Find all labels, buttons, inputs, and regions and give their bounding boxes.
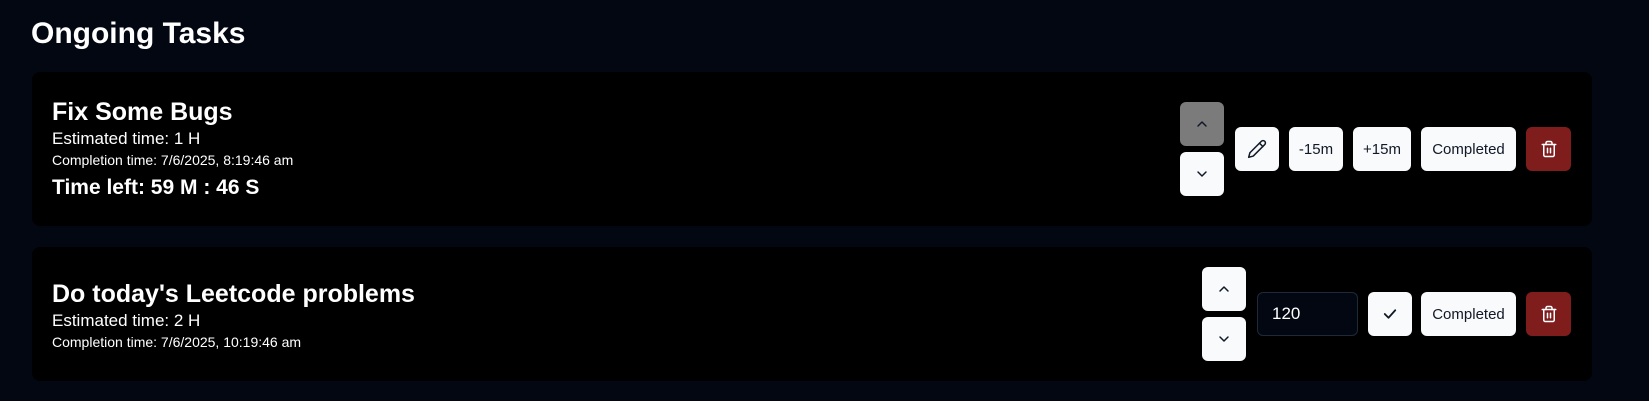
task-info: Fix Some Bugs Estimated time: 1 H Comple… — [52, 96, 293, 203]
check-icon — [1381, 305, 1399, 323]
task-card: Do today's Leetcode problems Estimated t… — [32, 247, 1592, 381]
confirm-edit-button[interactable] — [1368, 292, 1412, 336]
delete-button[interactable] — [1526, 292, 1571, 336]
task-info: Do today's Leetcode problems Estimated t… — [52, 278, 415, 352]
page-title: Ongoing Tasks — [31, 17, 246, 50]
chevron-down-icon — [1194, 166, 1210, 182]
move-up-button[interactable] — [1202, 267, 1246, 311]
completed-button[interactable]: Completed — [1421, 127, 1516, 171]
task-time-left: Time left: 59 M : 46 S — [52, 176, 260, 199]
pencil-icon — [1247, 139, 1267, 159]
task-card: Fix Some Bugs Estimated time: 1 H Comple… — [32, 72, 1592, 226]
add-15m-button[interactable]: +15m — [1353, 127, 1411, 171]
estimated-hours-input[interactable] — [1257, 292, 1358, 336]
chevron-up-icon — [1216, 281, 1232, 297]
move-down-button[interactable] — [1180, 152, 1224, 196]
move-up-button[interactable] — [1180, 102, 1224, 146]
edit-button[interactable] — [1235, 127, 1279, 171]
task-completion-time: Completion time: 7/6/2025, 8:19:46 am — [52, 152, 294, 168]
trash-icon — [1540, 140, 1558, 158]
task-estimated-time: Estimated time: 2 H — [52, 311, 201, 330]
task-title: Fix Some Bugs — [52, 98, 233, 126]
task-completion-time: Completion time: 7/6/2025, 10:19:46 am — [52, 334, 302, 350]
move-down-button[interactable] — [1202, 317, 1246, 361]
subtract-15m-button[interactable]: -15m — [1289, 127, 1343, 171]
trash-icon — [1540, 305, 1558, 323]
delete-button[interactable] — [1526, 127, 1571, 171]
task-title: Do today's Leetcode problems — [52, 280, 415, 308]
completed-button[interactable]: Completed — [1421, 292, 1516, 336]
chevron-down-icon — [1216, 331, 1232, 347]
chevron-up-icon — [1194, 116, 1210, 132]
task-estimated-time: Estimated time: 1 H — [52, 129, 201, 148]
